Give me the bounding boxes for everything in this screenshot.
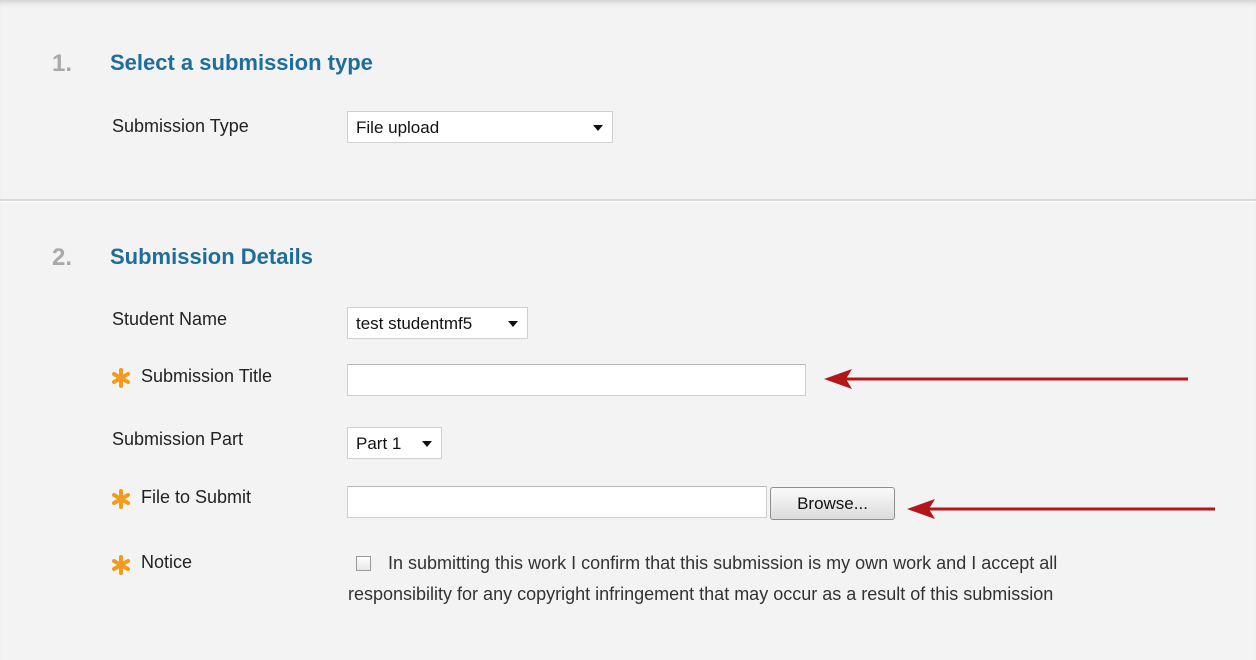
submission-form-panel: 1. Select a submission type Submission T… xyxy=(0,0,1256,660)
notice-text-line-1: In submitting this work I confirm that t… xyxy=(388,553,1058,573)
file-to-submit-label: File to Submit xyxy=(141,487,252,507)
chevron-down-icon xyxy=(508,321,518,327)
student-name-value: test studentmf5 xyxy=(356,314,473,333)
chevron-down-icon xyxy=(422,441,432,447)
step-number-2: 2. xyxy=(52,244,73,271)
submission-part-select[interactable]: Part 1 xyxy=(347,427,442,459)
submission-type-value: File upload xyxy=(356,118,440,137)
section-title-submission-type: Select a submission type xyxy=(110,50,373,75)
arrow-left-icon xyxy=(824,369,1188,389)
submission-title-input[interactable] xyxy=(347,364,806,396)
chevron-down-icon xyxy=(593,125,603,131)
arrow-left-icon xyxy=(907,499,1215,519)
browse-button[interactable]: Browse... xyxy=(770,487,895,520)
submission-part-label: Submission Part xyxy=(112,429,244,449)
notice-label: Notice xyxy=(141,552,193,572)
required-asterisk-icon xyxy=(112,489,130,509)
section-divider xyxy=(0,199,1256,202)
student-name-label: Student Name xyxy=(112,309,228,329)
submission-part-value: Part 1 xyxy=(356,434,402,453)
student-name-select[interactable]: test studentmf5 xyxy=(347,307,528,339)
required-asterisk-icon xyxy=(112,368,130,388)
required-asterisk-icon xyxy=(112,555,130,575)
step-number-1: 1. xyxy=(52,50,73,77)
notice-agreement-checkbox[interactable] xyxy=(356,556,371,571)
submission-type-select[interactable]: File upload xyxy=(347,111,613,143)
submission-type-label: Submission Type xyxy=(112,116,249,136)
notice-text-line-2: responsibility for any copyright infring… xyxy=(348,584,1054,604)
file-path-input[interactable] xyxy=(347,486,767,518)
section-title-submission-details: Submission Details xyxy=(110,244,313,269)
submission-title-label: Submission Title xyxy=(141,366,273,386)
